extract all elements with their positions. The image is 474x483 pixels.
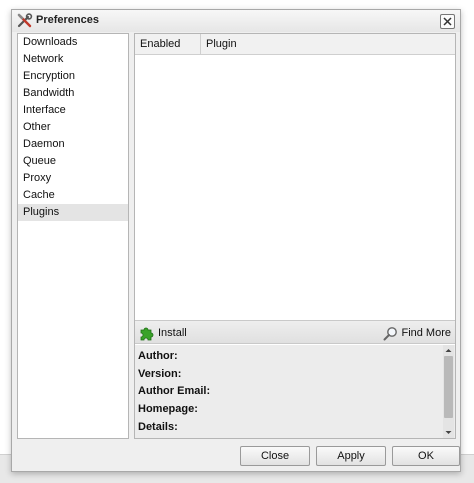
details-scrollbar[interactable]	[443, 345, 454, 438]
sidebar-item-proxy[interactable]: Proxy	[18, 170, 128, 187]
sidebar-item-plugins[interactable]: Plugins	[18, 204, 128, 221]
dialog-title: Preferences	[36, 14, 99, 26]
sidebar-item-bandwidth[interactable]: Bandwidth	[18, 85, 128, 102]
details-label: Details:	[138, 421, 178, 433]
close-icon	[443, 17, 452, 26]
find-more-label: Find More	[401, 327, 451, 339]
install-label: Install	[158, 327, 187, 339]
sidebar-item-daemon[interactable]: Daemon	[18, 136, 128, 153]
install-button[interactable]: Install	[139, 325, 187, 341]
column-header-enabled[interactable]: Enabled	[135, 34, 201, 54]
plugins-panel: Enabled Plugin Install Find More Author:…	[134, 33, 456, 439]
sidebar-item-queue[interactable]: Queue	[18, 153, 128, 170]
sidebar-item-network[interactable]: Network	[18, 51, 128, 68]
table-header: Enabled Plugin	[135, 34, 455, 55]
ok-button[interactable]: OK	[392, 446, 460, 466]
sidebar-item-cache[interactable]: Cache	[18, 187, 128, 204]
column-header-plugin[interactable]: Plugin	[201, 34, 456, 54]
version-label: Version:	[138, 368, 182, 380]
sidebar-item-other[interactable]: Other	[18, 119, 128, 136]
find-more-button[interactable]: Find More	[383, 325, 451, 341]
magnifier-icon	[383, 326, 398, 340]
author-email-label: Author Email:	[138, 385, 211, 397]
sidebar-item-interface[interactable]: Interface	[18, 102, 128, 119]
homepage-label: Homepage:	[138, 403, 198, 415]
sidebar-item-downloads[interactable]: Downloads	[18, 34, 128, 51]
sidebar-item-encryption[interactable]: Encryption	[18, 68, 128, 85]
plugins-toolbar: Install Find More	[135, 320, 455, 344]
plugin-details: Author: Version: Author Email: Homepage:…	[135, 345, 455, 438]
close-button[interactable]: Close	[240, 446, 310, 466]
author-label: Author:	[138, 350, 178, 362]
category-list: Downloads Network Encryption Bandwidth I…	[17, 33, 129, 439]
scroll-down-arrow-icon[interactable]	[444, 428, 453, 437]
title-bar: Preferences	[12, 10, 460, 32]
scroll-thumb[interactable]	[444, 356, 453, 418]
puzzle-piece-icon	[140, 327, 154, 341]
plugins-list[interactable]	[135, 55, 455, 319]
scroll-up-arrow-icon[interactable]	[444, 346, 453, 355]
apply-button[interactable]: Apply	[316, 446, 386, 466]
preferences-dialog: Preferences Downloads Network Encryption…	[11, 9, 461, 472]
tools-icon	[17, 13, 33, 29]
close-window-button[interactable]	[440, 14, 455, 29]
